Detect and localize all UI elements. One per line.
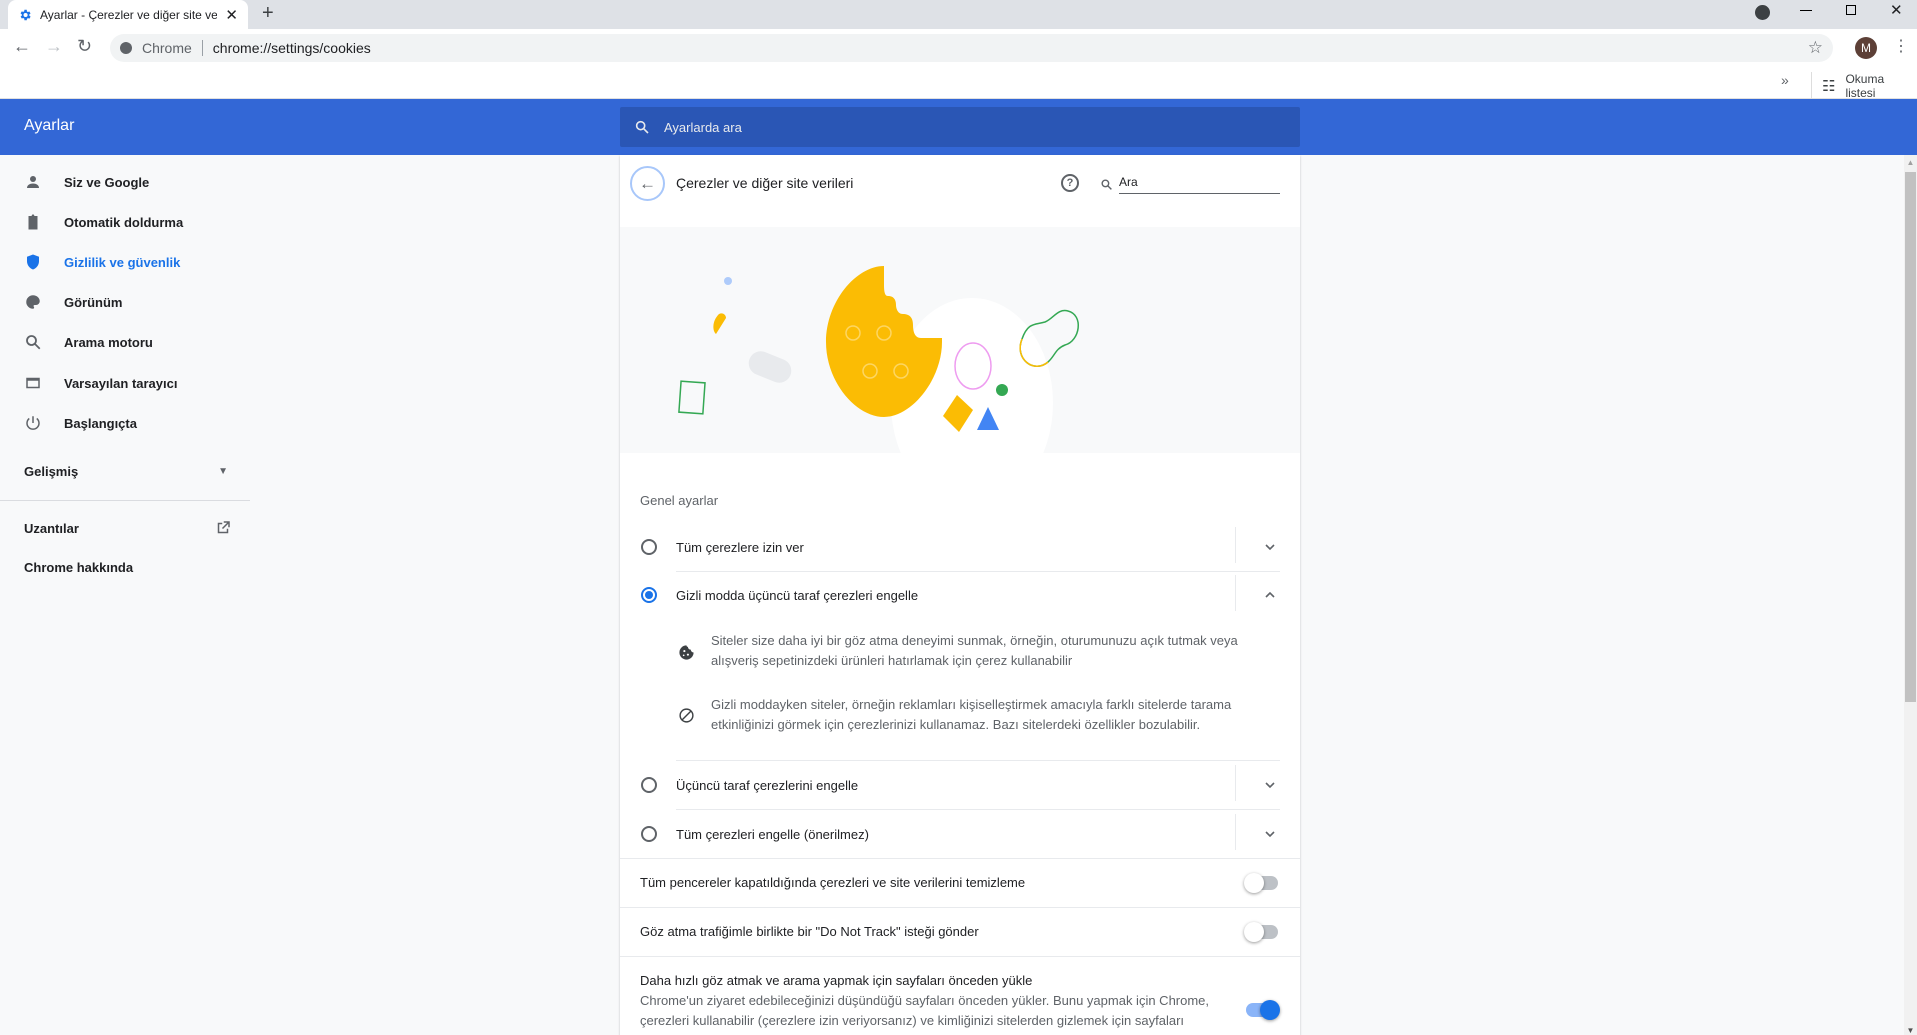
browser-icon: [26, 377, 40, 389]
cookie-icon: [679, 645, 694, 660]
chevron-down-icon[interactable]: [1262, 826, 1278, 842]
sidebar-item-privacy[interactable]: Gizlilik ve güvenlik: [0, 244, 250, 280]
scroll-down-arrow[interactable]: ▼: [1904, 1026, 1917, 1035]
chevron-up-icon[interactable]: [1262, 587, 1278, 603]
divider: [676, 571, 1280, 572]
sidebar-extensions[interactable]: Uzantılar: [0, 510, 250, 546]
url-text: chrome://settings/cookies: [212, 40, 371, 56]
reading-list-icon: ☷: [1822, 78, 1836, 95]
close-window-button[interactable]: ✕: [1890, 1, 1903, 19]
search-icon: [1101, 179, 1112, 190]
caret-down-icon: ▼: [218, 465, 228, 477]
section-title: Genel ayarlar: [640, 493, 719, 508]
detail-text: Siteler size daha iyi bir göz atma deney…: [711, 633, 1238, 668]
divider: [676, 809, 1280, 810]
person-icon: [27, 176, 39, 188]
radio-button[interactable]: [641, 826, 657, 842]
help-icon[interactable]: ?: [1061, 174, 1079, 192]
radio-option-block-incognito[interactable]: Gizli modda üçüncü taraf çerezleri engel…: [640, 575, 1280, 611]
restore-button[interactable]: [1846, 5, 1856, 15]
divider: [1235, 814, 1236, 850]
forward-button[interactable]: →: [45, 36, 63, 57]
reload-button[interactable]: ↻: [77, 36, 92, 57]
settings-search-input[interactable]: Ayarlarda ara: [620, 107, 1300, 147]
toggle-knob: [1244, 922, 1264, 942]
toggle-knob: [1260, 1000, 1280, 1020]
radio-option-block-all[interactable]: Tüm çerezleri engelle (önerilmez): [640, 814, 1280, 850]
chevron-more-icon[interactable]: »: [1781, 72, 1789, 88]
gear-icon: [20, 9, 31, 20]
preload-setting: Daha hızlı göz atmak ve arama yapmak içi…: [640, 971, 1220, 1031]
divider: [1235, 527, 1236, 563]
clear-on-exit-toggle[interactable]: [1244, 873, 1278, 893]
shield-icon: [27, 254, 39, 270]
minimize-button[interactable]: [1800, 10, 1812, 11]
omnibox-chip: Chrome: [142, 40, 203, 56]
clipboard-icon: [28, 214, 38, 230]
divider: [1235, 575, 1236, 611]
divider: [620, 907, 1300, 908]
address-bar[interactable]: Chrome chrome://settings/cookies ☆: [110, 34, 1833, 62]
chevron-down-icon[interactable]: [1262, 777, 1278, 793]
tab-title: Ayarlar - Çerezler ve diğer site veriler…: [40, 7, 218, 22]
preload-label: Daha hızlı göz atmak ve arama yapmak içi…: [640, 973, 1033, 988]
new-tab-button[interactable]: +: [262, 2, 274, 25]
toggle-label: Tüm pencereler kapatıldığında çerezleri …: [640, 875, 1026, 890]
page-title: Ayarlar: [24, 117, 75, 134]
sidebar-item-search-engine[interactable]: Arama motoru: [0, 324, 250, 360]
palette-icon: [26, 295, 40, 309]
sidebar-advanced[interactable]: Gelişmiş ▼: [0, 453, 250, 489]
back-button[interactable]: ←: [13, 36, 31, 57]
avatar[interactable]: M: [1855, 37, 1877, 59]
sidebar-about-chrome[interactable]: Chrome hakkında: [0, 549, 250, 585]
scroll-up-arrow[interactable]: ▲: [1904, 158, 1917, 167]
search-icon: [635, 120, 649, 134]
preload-toggle[interactable]: [1246, 1000, 1280, 1020]
external-link-icon: [217, 521, 230, 534]
scrollbar[interactable]: ▲ ▼: [1904, 155, 1917, 1035]
divider: [620, 956, 1300, 957]
sidebar-item-on-startup[interactable]: Başlangıçta: [0, 405, 250, 441]
reading-list-button[interactable]: ☷ Okuma listesi: [1811, 72, 1917, 100]
sidebar-item-default-browser[interactable]: Varsayılan tarayıcı: [0, 365, 250, 401]
power-icon: [26, 416, 40, 430]
page-heading: Çerezler ve diğer site verileri: [676, 175, 854, 191]
chevron-down-icon[interactable]: [1262, 539, 1278, 555]
divider: [620, 858, 1300, 859]
sidebar-item-you-and-google[interactable]: Siz ve Google: [0, 164, 250, 200]
toggle-knob: [1244, 873, 1264, 893]
chrome-icon: [120, 42, 132, 54]
radio-button[interactable]: [641, 777, 657, 793]
sidebar-item-appearance[interactable]: Görünüm: [0, 284, 250, 320]
radio-option-allow-all[interactable]: Tüm çerezlere izin ver: [640, 527, 1280, 563]
divider: [1235, 765, 1236, 801]
radio-option-block-third-party[interactable]: Üçüncü taraf çerezlerini engelle: [640, 765, 1280, 801]
toggle-label: Göz atma trafiğimle birlikte bir "Do Not…: [640, 924, 979, 939]
detail-text: Gizli moddayken siteler, örneğin reklaml…: [711, 697, 1232, 732]
cookie-illustration: [620, 227, 1300, 453]
star-icon[interactable]: ☆: [1808, 38, 1823, 58]
sidebar-item-autofill[interactable]: Otomatik doldurma: [0, 204, 250, 240]
bookmarks-bar: [0, 67, 1917, 99]
back-button[interactable]: ←: [630, 166, 665, 201]
sidebar-divider: [0, 500, 250, 501]
do-not-track-toggle[interactable]: [1244, 922, 1278, 942]
radio-button[interactable]: [641, 539, 657, 555]
divider: [676, 760, 1280, 761]
close-tab-icon[interactable]: ✕: [225, 6, 238, 24]
tab-strip: [0, 0, 1917, 29]
search-icon: [26, 335, 41, 350]
scrollbar-thumb[interactable]: [1905, 172, 1916, 702]
preload-description: Chrome'un ziyaret edebileceğinizi düşünd…: [640, 993, 1210, 1028]
block-icon: [679, 708, 694, 723]
page-search-input[interactable]: Ara: [1100, 172, 1280, 197]
tab-settings[interactable]: Ayarlar - Çerezler ve diğer site veriler…: [8, 0, 248, 29]
menu-icon[interactable]: ⋮: [1893, 36, 1909, 56]
radio-button-selected[interactable]: [641, 587, 657, 603]
profile-menu-icon[interactable]: [1755, 5, 1770, 20]
